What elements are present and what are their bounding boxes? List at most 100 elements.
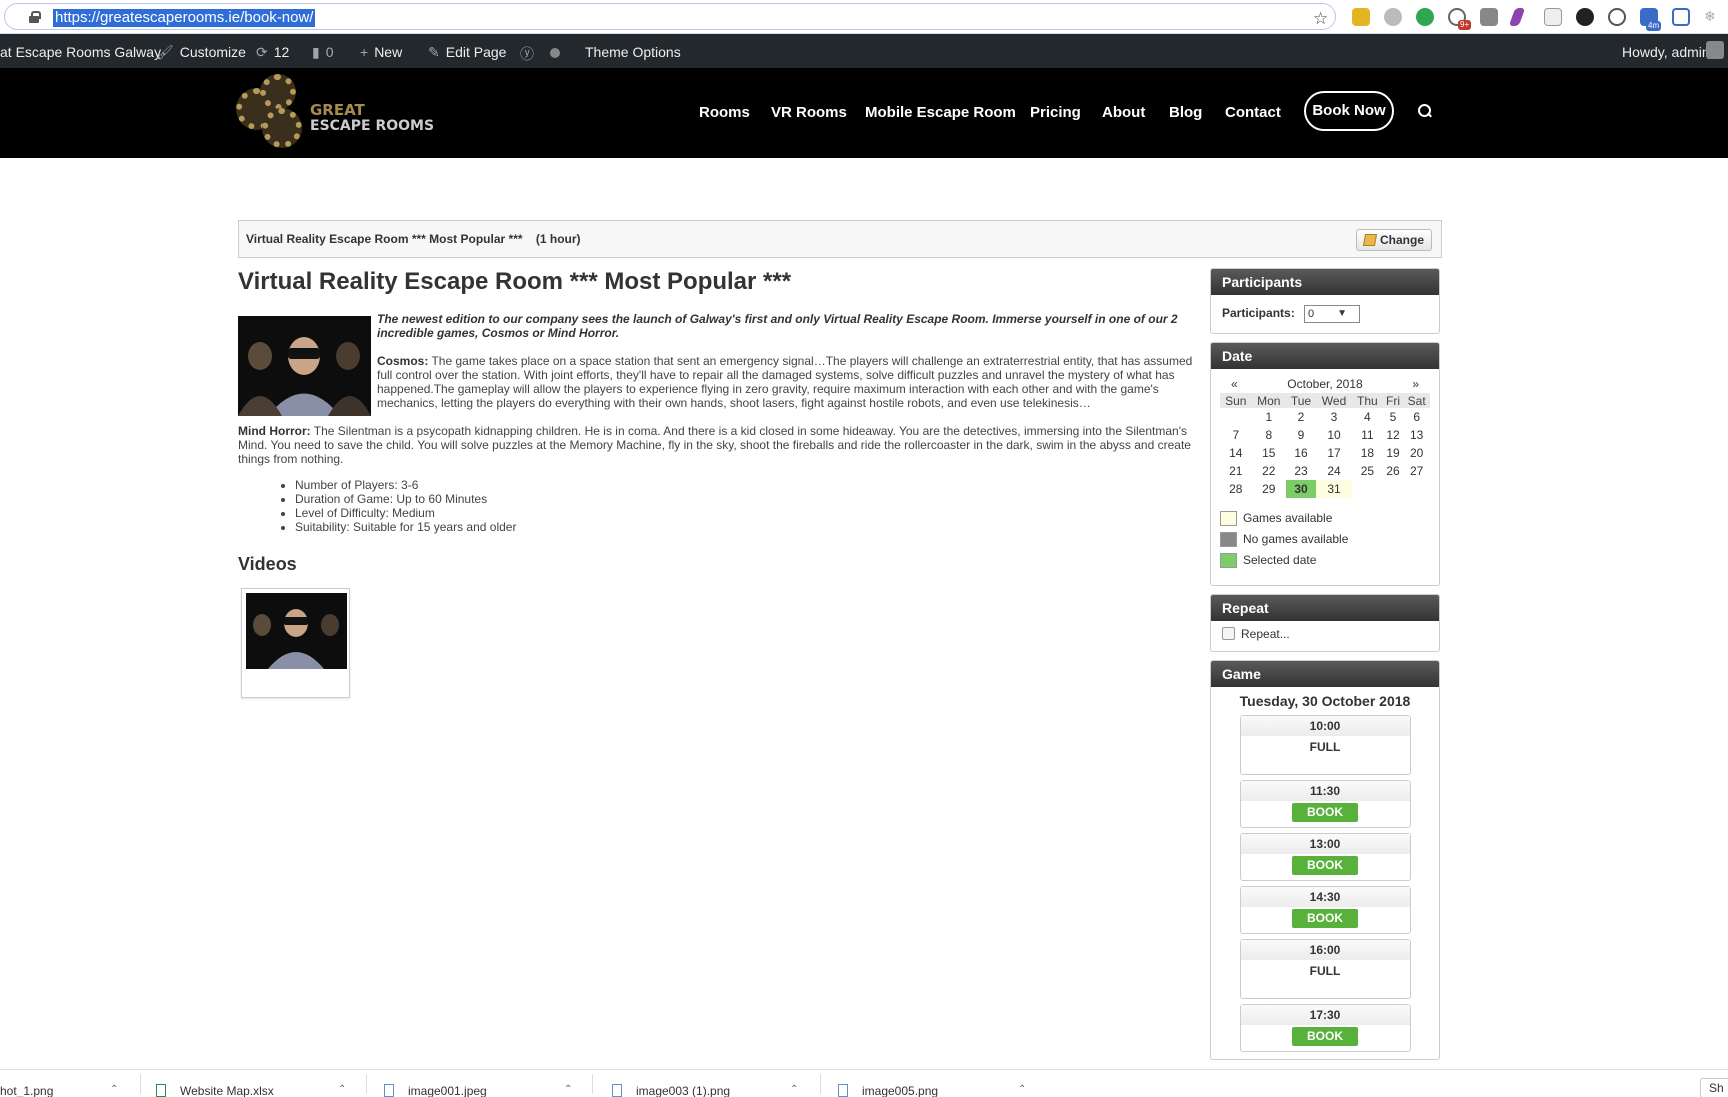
slot-book-button[interactable]: BOOK bbox=[1292, 856, 1358, 875]
brush-icon: 🖌 bbox=[156, 44, 174, 60]
nav-about[interactable]: About bbox=[1102, 104, 1145, 121]
download-item[interactable]: image003 (1).png bbox=[612, 1084, 730, 1097]
chevron-up-icon[interactable]: ⌃ bbox=[1018, 1084, 1026, 1095]
divider bbox=[820, 1074, 821, 1094]
download-item[interactable]: hot_1.png bbox=[0, 1084, 53, 1097]
chevron-up-icon[interactable]: ⌃ bbox=[564, 1084, 572, 1095]
download-item[interactable]: image001.jpeg bbox=[384, 1084, 487, 1097]
calendar-weekday: Sat bbox=[1403, 393, 1430, 408]
pencil-icon bbox=[1362, 234, 1378, 246]
download-filename: Website Map.xlsx bbox=[180, 1084, 274, 1097]
room-details: Virtual Reality Escape Room *** Most Pop… bbox=[238, 268, 1194, 698]
book-now-button[interactable]: Book Now bbox=[1304, 91, 1394, 131]
calendar-day: 20 bbox=[1409, 446, 1424, 460]
mind-horror-description: Mind Horror: The Silentman is a psycopat… bbox=[238, 424, 1194, 466]
snowflake-icon[interactable]: ❄ bbox=[1704, 8, 1722, 26]
admin-comments[interactable]: ▮ 0 bbox=[312, 44, 334, 61]
show-all-downloads-button[interactable]: Sh bbox=[1700, 1078, 1728, 1097]
admin-site-name[interactable]: at Escape Rooms Galway bbox=[0, 44, 161, 60]
admin-edit-page[interactable]: ✎ Edit Page bbox=[428, 44, 506, 61]
admin-customize[interactable]: 🖌 Customize bbox=[156, 44, 246, 61]
nav-rooms[interactable]: Rooms bbox=[699, 104, 750, 121]
mind-horror-text: The Silentman is a psycopath kidnapping … bbox=[238, 424, 1191, 466]
calendar-day: 13 bbox=[1409, 428, 1424, 442]
calendar-day: 19 bbox=[1386, 446, 1400, 460]
nav-contact[interactable]: Contact bbox=[1225, 104, 1281, 121]
pen-icon[interactable] bbox=[1508, 8, 1526, 26]
calendar-day: 3 bbox=[1330, 410, 1338, 424]
calendar-day: 28 bbox=[1229, 482, 1243, 496]
time-slot: 13:00 BOOK bbox=[1239, 833, 1411, 881]
admin-updates[interactable]: ⟳ 12 bbox=[256, 44, 289, 61]
calendar-day: 29 bbox=[1262, 482, 1276, 496]
admin-new-label: New bbox=[374, 44, 403, 60]
calendar-day: 27 bbox=[1409, 464, 1424, 478]
grammarly-icon[interactable] bbox=[1416, 8, 1434, 26]
video-preview-image[interactable] bbox=[246, 593, 347, 669]
calendar-day[interactable]: 31 bbox=[1315, 480, 1353, 498]
slot-full-label: FULL bbox=[1309, 740, 1341, 754]
slot-time: 13:00 bbox=[1240, 834, 1410, 854]
slot-book-button[interactable]: BOOK bbox=[1292, 803, 1358, 822]
extension-icon[interactable] bbox=[1352, 8, 1370, 26]
repeat-checkbox[interactable] bbox=[1222, 627, 1235, 640]
time-slot: 16:00 FULL bbox=[1239, 939, 1411, 999]
date-panel: Date « October, 2018 » Sun Mon Tue Wed Thu Fr… bbox=[1210, 342, 1440, 586]
pdf-icon[interactable] bbox=[1544, 8, 1562, 26]
slot-time: 17:30 bbox=[1240, 1005, 1410, 1025]
slot-book-button[interactable]: BOOK bbox=[1292, 1027, 1358, 1046]
booking-summary: Virtual Reality Escape Room *** Most Pop… bbox=[238, 220, 1442, 258]
chevron-up-icon[interactable]: ⌃ bbox=[790, 1084, 798, 1095]
extension-badge: 9+ bbox=[1458, 20, 1472, 30]
wp-admin-bar: at Escape Rooms Galway 🖌 Customize ⟳ 12 ▮ 0… bbox=[0, 34, 1728, 68]
chevron-down-icon: ▼ bbox=[1337, 308, 1348, 319]
bookmark-star-icon[interactable]: ☆ bbox=[1313, 9, 1328, 29]
list-item: Suitability: Suitable for 15 years and o… bbox=[295, 520, 1194, 534]
nav-blog[interactable]: Blog bbox=[1169, 104, 1202, 121]
site-logo[interactable]: GREAT ESCAPE ROOMS bbox=[236, 74, 436, 152]
admin-howdy[interactable]: Howdy, admin bbox=[1622, 44, 1710, 60]
calendar-weekday: Fri bbox=[1382, 393, 1404, 408]
time-slots: 10:00 FULL 11:30 BOOK 13:00 BOOK 14:30 BOOK 16:0… bbox=[1211, 715, 1439, 1052]
video-thumbnail[interactable] bbox=[241, 588, 350, 698]
calendar-week: 21 22 23 24 25 26 27 bbox=[1220, 462, 1430, 480]
site-header: GREAT ESCAPE ROOMS Rooms VR Rooms Mobile… bbox=[0, 68, 1728, 158]
chevron-up-icon[interactable]: ⌃ bbox=[338, 1084, 346, 1095]
calendar-day: 4 bbox=[1364, 410, 1371, 424]
admin-new[interactable]: + New bbox=[360, 44, 402, 60]
calendar-day: 8 bbox=[1265, 428, 1273, 442]
cloud-extension-icon[interactable] bbox=[1384, 8, 1402, 26]
download-item[interactable]: image005.png bbox=[838, 1084, 938, 1097]
extension-icon[interactable] bbox=[1672, 8, 1690, 26]
calendar-next-button[interactable]: » bbox=[1412, 377, 1419, 391]
calendar-day[interactable]: 30 bbox=[1286, 480, 1316, 498]
circle-extension-icon[interactable] bbox=[1576, 8, 1594, 26]
address-bar[interactable]: https://greatescaperooms.ie/book-now/ ☆ bbox=[4, 3, 1336, 30]
image-file-icon bbox=[838, 1084, 848, 1097]
nav-vr-rooms[interactable]: VR Rooms bbox=[771, 104, 847, 121]
download-item[interactable]: Website Map.xlsx bbox=[156, 1084, 274, 1097]
game-panel: Game Tuesday, 30 October 2018 10:00 FULL 1… bbox=[1210, 660, 1440, 1060]
calendar-week: 7 8 9 10 11 12 13 bbox=[1220, 426, 1430, 444]
slot-book-button[interactable]: BOOK bbox=[1292, 909, 1358, 928]
change-button[interactable]: Change bbox=[1356, 229, 1432, 251]
url-text[interactable]: https://greatescaperooms.ie/book-now/ bbox=[53, 9, 316, 27]
calendar-empty-cell bbox=[1352, 480, 1383, 498]
yoast-icon[interactable]: ⓨ bbox=[520, 44, 540, 64]
updates-icon: ⟳ bbox=[256, 44, 268, 60]
legend-swatch bbox=[1220, 532, 1237, 548]
chevron-up-icon[interactable]: ⌃ bbox=[110, 1084, 118, 1095]
camera-icon[interactable] bbox=[1480, 8, 1498, 26]
avatar[interactable] bbox=[1706, 41, 1724, 59]
participants-value: 0 bbox=[1308, 308, 1315, 320]
admin-theme-options[interactable]: Theme Options bbox=[585, 44, 681, 60]
legend-selected-label: Selected date bbox=[1243, 553, 1317, 567]
calendar-month: October, 2018 bbox=[1287, 377, 1363, 391]
image-file-icon bbox=[384, 1084, 394, 1097]
nav-mobile-escape-room[interactable]: Mobile Escape Room bbox=[865, 104, 1016, 121]
repeat-heading: Repeat bbox=[1211, 595, 1439, 621]
participants-select[interactable]: 0 ▼ bbox=[1304, 305, 1361, 323]
nav-pricing[interactable]: Pricing bbox=[1030, 104, 1081, 121]
wordpress-icon[interactable] bbox=[1608, 8, 1626, 26]
search-icon[interactable] bbox=[1418, 104, 1431, 117]
